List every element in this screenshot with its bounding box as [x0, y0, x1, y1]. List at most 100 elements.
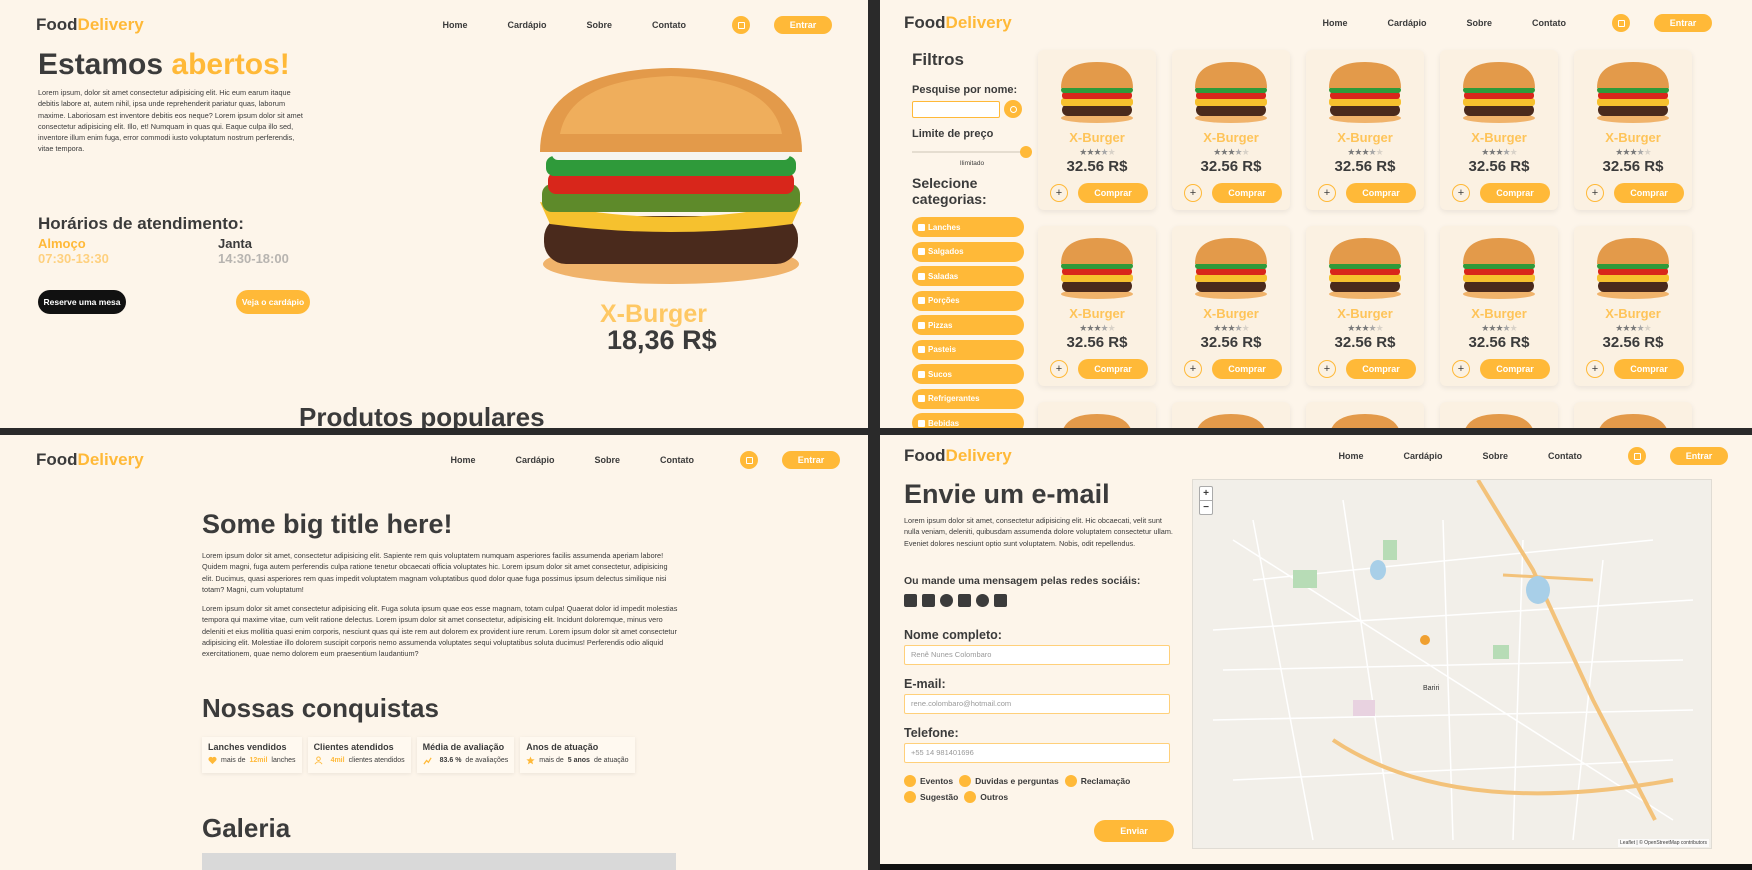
- search-input[interactable]: [912, 100, 1000, 118]
- nav-cardapio[interactable]: Cardápio: [507, 20, 546, 30]
- buy-button[interactable]: Comprar: [1212, 359, 1282, 379]
- send-button[interactable]: Enviar: [1094, 820, 1174, 842]
- category-2[interactable]: Saladas: [912, 266, 1024, 287]
- buy-button[interactable]: Comprar: [1480, 183, 1550, 203]
- login-button[interactable]: Entrar: [774, 16, 832, 34]
- add-quantity-button[interactable]: +: [1184, 360, 1202, 378]
- buy-button[interactable]: Comprar: [1346, 183, 1416, 203]
- phone-field[interactable]: +55 14 981401696: [904, 743, 1170, 763]
- shopping-bag-icon[interactable]: [1628, 447, 1646, 465]
- add-quantity-button[interactable]: +: [1318, 360, 1336, 378]
- checkbox-icon[interactable]: [918, 370, 925, 378]
- shopping-bag-icon[interactable]: [740, 451, 758, 469]
- checkbox-icon[interactable]: [918, 223, 925, 231]
- buy-button[interactable]: Comprar: [1212, 183, 1282, 203]
- login-button[interactable]: Entrar: [1670, 447, 1728, 465]
- map[interactable]: + − Bariri Leaflet | © OpenStreetMap cont…: [1192, 479, 1712, 849]
- linkedin-icon[interactable]: [904, 594, 917, 607]
- zoom-out-button[interactable]: −: [1200, 501, 1212, 514]
- product-card[interactable]: X-Burger★★★★★32.56 R$+Comprar: [1172, 50, 1290, 210]
- nav-contato[interactable]: Contato: [1532, 18, 1566, 28]
- search-icon[interactable]: [1004, 100, 1022, 118]
- category-0[interactable]: Lanches: [912, 217, 1024, 238]
- option-sugestao[interactable]: Sugestão: [904, 791, 958, 803]
- category-5[interactable]: Pasteis: [912, 339, 1024, 360]
- nav-home[interactable]: Home: [1338, 451, 1363, 461]
- logo[interactable]: FoodDelivery: [904, 13, 1012, 33]
- logo[interactable]: FoodDelivery: [904, 446, 1012, 466]
- shopping-bag-icon[interactable]: [1612, 14, 1630, 32]
- nav-cardapio[interactable]: Cardápio: [1403, 451, 1442, 461]
- youtube-icon[interactable]: [994, 594, 1007, 607]
- logo[interactable]: FoodDelivery: [36, 15, 144, 35]
- product-card[interactable]: X-Burger★★★★★32.56 R$+Comprar: [1038, 226, 1156, 386]
- product-card[interactable]: X-Burger★★★★★32.56 R$+Comprar: [1306, 226, 1424, 386]
- option-eventos[interactable]: Eventos: [904, 775, 953, 787]
- product-card[interactable]: X-Burger★★★★★32.56 R$+Comprar: [1172, 226, 1290, 386]
- reserve-button[interactable]: Reserve uma mesa: [38, 290, 126, 314]
- category-8[interactable]: Bebidas: [912, 413, 1024, 428]
- add-quantity-button[interactable]: +: [1318, 184, 1336, 202]
- buy-button[interactable]: Comprar: [1614, 359, 1684, 379]
- option-reclamacao[interactable]: Reclamação: [1064, 775, 1130, 787]
- add-quantity-button[interactable]: +: [1184, 184, 1202, 202]
- nav-contato[interactable]: Contato: [1548, 451, 1582, 461]
- buy-button[interactable]: Comprar: [1480, 359, 1550, 379]
- login-button[interactable]: Entrar: [782, 451, 840, 469]
- nav-cardapio[interactable]: Cardápio: [1387, 18, 1426, 28]
- category-4[interactable]: Pizzas: [912, 315, 1024, 336]
- product-card[interactable]: X-Burger★★★★★32.56 R$+Comprar: [1440, 402, 1558, 428]
- nav-contato[interactable]: Contato: [652, 20, 686, 30]
- product-card[interactable]: X-Burger★★★★★32.56 R$+Comprar: [1306, 402, 1424, 428]
- checkbox-icon[interactable]: [918, 321, 925, 329]
- twitter-icon[interactable]: [976, 594, 989, 607]
- product-card[interactable]: X-Burger★★★★★32.56 R$+Comprar: [1574, 402, 1692, 428]
- product-card[interactable]: X-Burger★★★★★32.56 R$+Comprar: [1172, 402, 1290, 428]
- product-card[interactable]: X-Burger★★★★★32.56 R$+Comprar: [1038, 402, 1156, 428]
- nav-cardapio[interactable]: Cardápio: [515, 455, 554, 465]
- buy-button[interactable]: Comprar: [1614, 183, 1684, 203]
- view-menu-button[interactable]: Veja o cardápio: [236, 290, 310, 314]
- checkbox-icon[interactable]: [918, 272, 925, 280]
- facebook-icon[interactable]: [922, 594, 935, 607]
- option-duvidas[interactable]: Duvidas e perguntas: [959, 775, 1059, 787]
- add-quantity-button[interactable]: +: [1586, 360, 1604, 378]
- add-quantity-button[interactable]: +: [1586, 184, 1604, 202]
- slider-thumb[interactable]: [1020, 146, 1032, 158]
- add-quantity-button[interactable]: +: [1452, 184, 1470, 202]
- nav-sobre[interactable]: Sobre: [1466, 18, 1492, 28]
- instagram-icon[interactable]: [958, 594, 971, 607]
- zoom-in-button[interactable]: +: [1200, 487, 1212, 501]
- price-slider[interactable]: [912, 146, 1032, 158]
- login-button[interactable]: Entrar: [1654, 14, 1712, 32]
- add-quantity-button[interactable]: +: [1050, 360, 1068, 378]
- nav-home[interactable]: Home: [450, 455, 475, 465]
- buy-button[interactable]: Comprar: [1346, 359, 1416, 379]
- checkbox-icon[interactable]: [918, 419, 925, 427]
- add-quantity-button[interactable]: +: [1452, 360, 1470, 378]
- category-7[interactable]: Refrigerantes: [912, 388, 1024, 409]
- checkbox-icon[interactable]: [918, 346, 925, 354]
- shopping-bag-icon[interactable]: [732, 16, 750, 34]
- checkbox-icon[interactable]: [918, 248, 925, 256]
- whatsapp-icon[interactable]: [940, 594, 953, 607]
- checkbox-icon[interactable]: [918, 395, 925, 403]
- nav-home[interactable]: Home: [1322, 18, 1347, 28]
- nav-sobre[interactable]: Sobre: [586, 20, 612, 30]
- map-attribution[interactable]: Leaflet | © OpenStreetMap contributors: [1618, 839, 1709, 847]
- product-card[interactable]: X-Burger★★★★★32.56 R$+Comprar: [1574, 226, 1692, 386]
- buy-button[interactable]: Comprar: [1078, 183, 1148, 203]
- nav-contato[interactable]: Contato: [660, 455, 694, 465]
- buy-button[interactable]: Comprar: [1078, 359, 1148, 379]
- add-quantity-button[interactable]: +: [1050, 184, 1068, 202]
- product-card[interactable]: X-Burger★★★★★32.56 R$+Comprar: [1440, 226, 1558, 386]
- product-card[interactable]: X-Burger★★★★★32.56 R$+Comprar: [1038, 50, 1156, 210]
- logo[interactable]: FoodDelivery: [36, 450, 144, 470]
- nav-home[interactable]: Home: [442, 20, 467, 30]
- product-card[interactable]: X-Burger★★★★★32.56 R$+Comprar: [1440, 50, 1558, 210]
- category-6[interactable]: Sucos: [912, 364, 1024, 385]
- email-field[interactable]: rene.colombaro@hotmail.com: [904, 694, 1170, 714]
- product-card[interactable]: X-Burger★★★★★32.56 R$+Comprar: [1574, 50, 1692, 210]
- product-card[interactable]: X-Burger★★★★★32.56 R$+Comprar: [1306, 50, 1424, 210]
- category-1[interactable]: Salgados: [912, 241, 1024, 262]
